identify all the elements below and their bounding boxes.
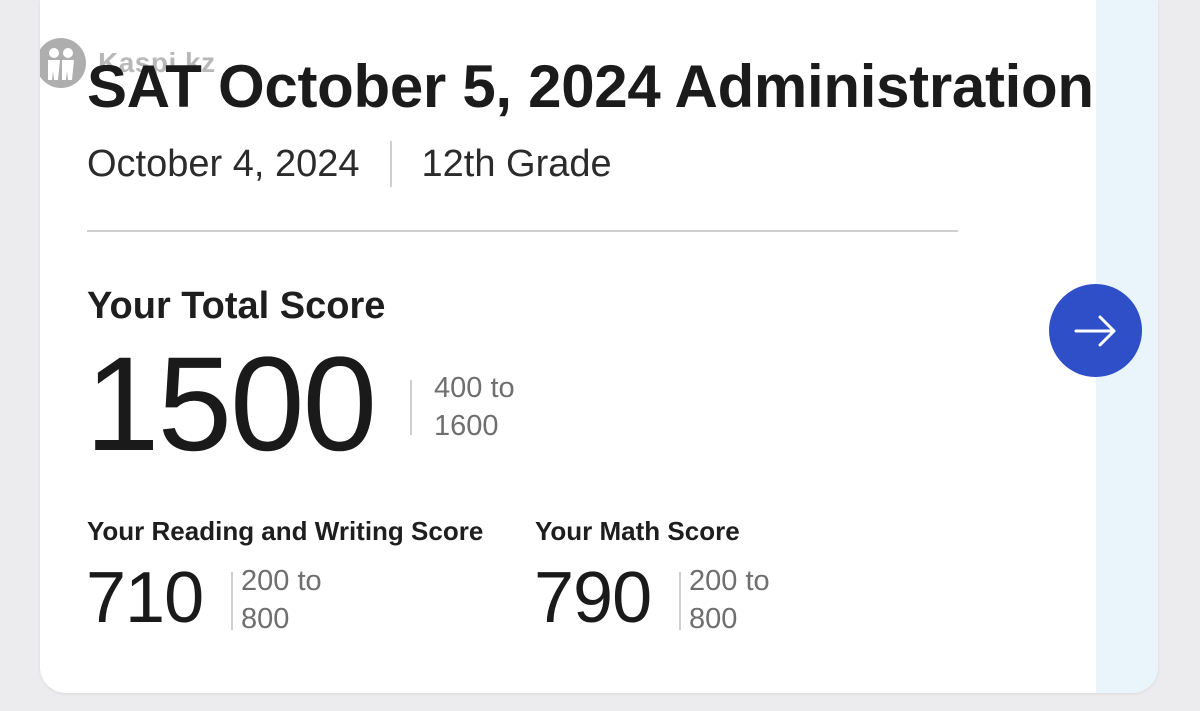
reading-writing-range-max: 800 bbox=[241, 603, 290, 635]
watermark-logo-icon bbox=[40, 38, 86, 88]
reading-writing-label: Your Reading and Writing Score bbox=[87, 516, 484, 546]
grade-level: 12th Grade bbox=[421, 142, 612, 185]
math-range-min: 200 to bbox=[689, 565, 770, 597]
arrow-right-icon bbox=[1074, 315, 1115, 346]
total-range-min: 400 to bbox=[434, 372, 515, 404]
page-title: SAT October 5, 2024 Administration bbox=[87, 53, 1094, 120]
score-report-card: Kaspi.kz SAT October 5, 2024 Administrat… bbox=[40, 0, 1158, 693]
reading-writing-range: 200 to 800 bbox=[241, 562, 322, 638]
math-divider bbox=[679, 572, 681, 630]
math-range: 200 to 800 bbox=[689, 562, 770, 638]
math-label: Your Math Score bbox=[535, 516, 740, 546]
total-range-max: 1600 bbox=[434, 410, 499, 442]
meta-divider bbox=[389, 141, 392, 187]
test-meta: October 4, 2024 12th Grade bbox=[87, 140, 612, 188]
total-score-value: 1500 bbox=[85, 330, 377, 479]
total-score-divider bbox=[410, 380, 412, 435]
math-range-max: 800 bbox=[689, 603, 738, 635]
section-divider bbox=[87, 230, 958, 232]
reading-writing-range-min: 200 to bbox=[241, 565, 322, 597]
reading-writing-divider bbox=[231, 572, 233, 630]
math-score: 790 bbox=[534, 558, 652, 638]
reading-writing-score: 710 bbox=[86, 558, 204, 638]
total-score-label: Your Total Score bbox=[87, 285, 386, 327]
total-score-range: 400 to 1600 bbox=[434, 369, 515, 445]
test-date: October 4, 2024 bbox=[87, 142, 360, 185]
next-arrow-button[interactable] bbox=[1049, 284, 1142, 377]
